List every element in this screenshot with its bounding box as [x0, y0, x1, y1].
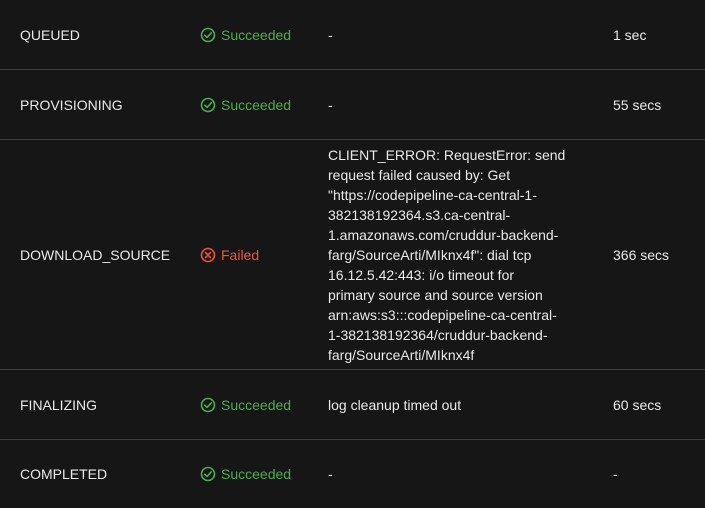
- x-circle-icon: [200, 247, 216, 262]
- context-text: -: [328, 96, 333, 113]
- status-badge: Succeeded: [200, 97, 291, 113]
- context-text: CLIENT_ERROR: RequestError: send request…: [328, 146, 566, 363]
- status-badge: Failed: [200, 247, 259, 263]
- status-label: Succeeded: [221, 396, 292, 413]
- check-circle-icon: [200, 27, 216, 42]
- status-cell: Succeeded: [200, 370, 320, 439]
- status-cell: Succeeded: [200, 440, 320, 508]
- context-text: -: [328, 26, 333, 43]
- phase-name: FINALIZING: [20, 396, 98, 413]
- status-cell: Failed: [200, 140, 320, 369]
- phase-name: QUEUED: [20, 26, 80, 43]
- context-cell: log cleanup timed out: [328, 370, 588, 439]
- status-label: Succeeded: [221, 96, 292, 113]
- context-cell: -: [328, 70, 588, 139]
- phase-name: COMPLETED: [20, 466, 108, 482]
- context-cell: CLIENT_ERROR: RequestError: send request…: [328, 140, 588, 369]
- table-row: QUEUED Succeeded - 1 sec: [0, 0, 705, 70]
- status-badge: Succeeded: [200, 27, 291, 43]
- table-row: PROVISIONING Succeeded - 55 secs: [0, 70, 705, 140]
- status-cell: Succeeded: [200, 0, 320, 69]
- context-text: log cleanup timed out: [328, 396, 462, 413]
- table-row: DOWNLOAD_SOURCE Failed CLIENT_ERROR: Req…: [0, 140, 705, 370]
- duration: -: [613, 466, 618, 482]
- check-circle-icon: [200, 97, 216, 112]
- status-label: Succeeded: [221, 466, 292, 482]
- status-badge: Succeeded: [200, 466, 291, 482]
- context-cell: -: [328, 0, 588, 69]
- duration: 60 secs: [613, 396, 662, 413]
- table-row: COMPLETED Succeeded - -: [0, 440, 705, 508]
- phase-name: PROVISIONING: [20, 96, 123, 113]
- status-label: Failed: [221, 246, 260, 263]
- phase-name: DOWNLOAD_SOURCE: [20, 246, 171, 263]
- duration: 366 secs: [613, 246, 670, 263]
- status-badge: Succeeded: [200, 397, 291, 413]
- duration: 55 secs: [613, 96, 662, 113]
- context-text: -: [328, 466, 333, 482]
- check-circle-icon: [200, 397, 216, 412]
- check-circle-icon: [200, 466, 216, 482]
- table-row: FINALIZING Succeeded log cleanup timed o…: [0, 370, 705, 440]
- duration: 1 sec: [613, 26, 647, 43]
- phase-details-table: QUEUED Succeeded - 1 sec PROVISIONING Su…: [0, 0, 705, 508]
- context-cell: -: [328, 440, 588, 508]
- status-cell: Succeeded: [200, 70, 320, 139]
- status-label: Succeeded: [221, 26, 292, 43]
